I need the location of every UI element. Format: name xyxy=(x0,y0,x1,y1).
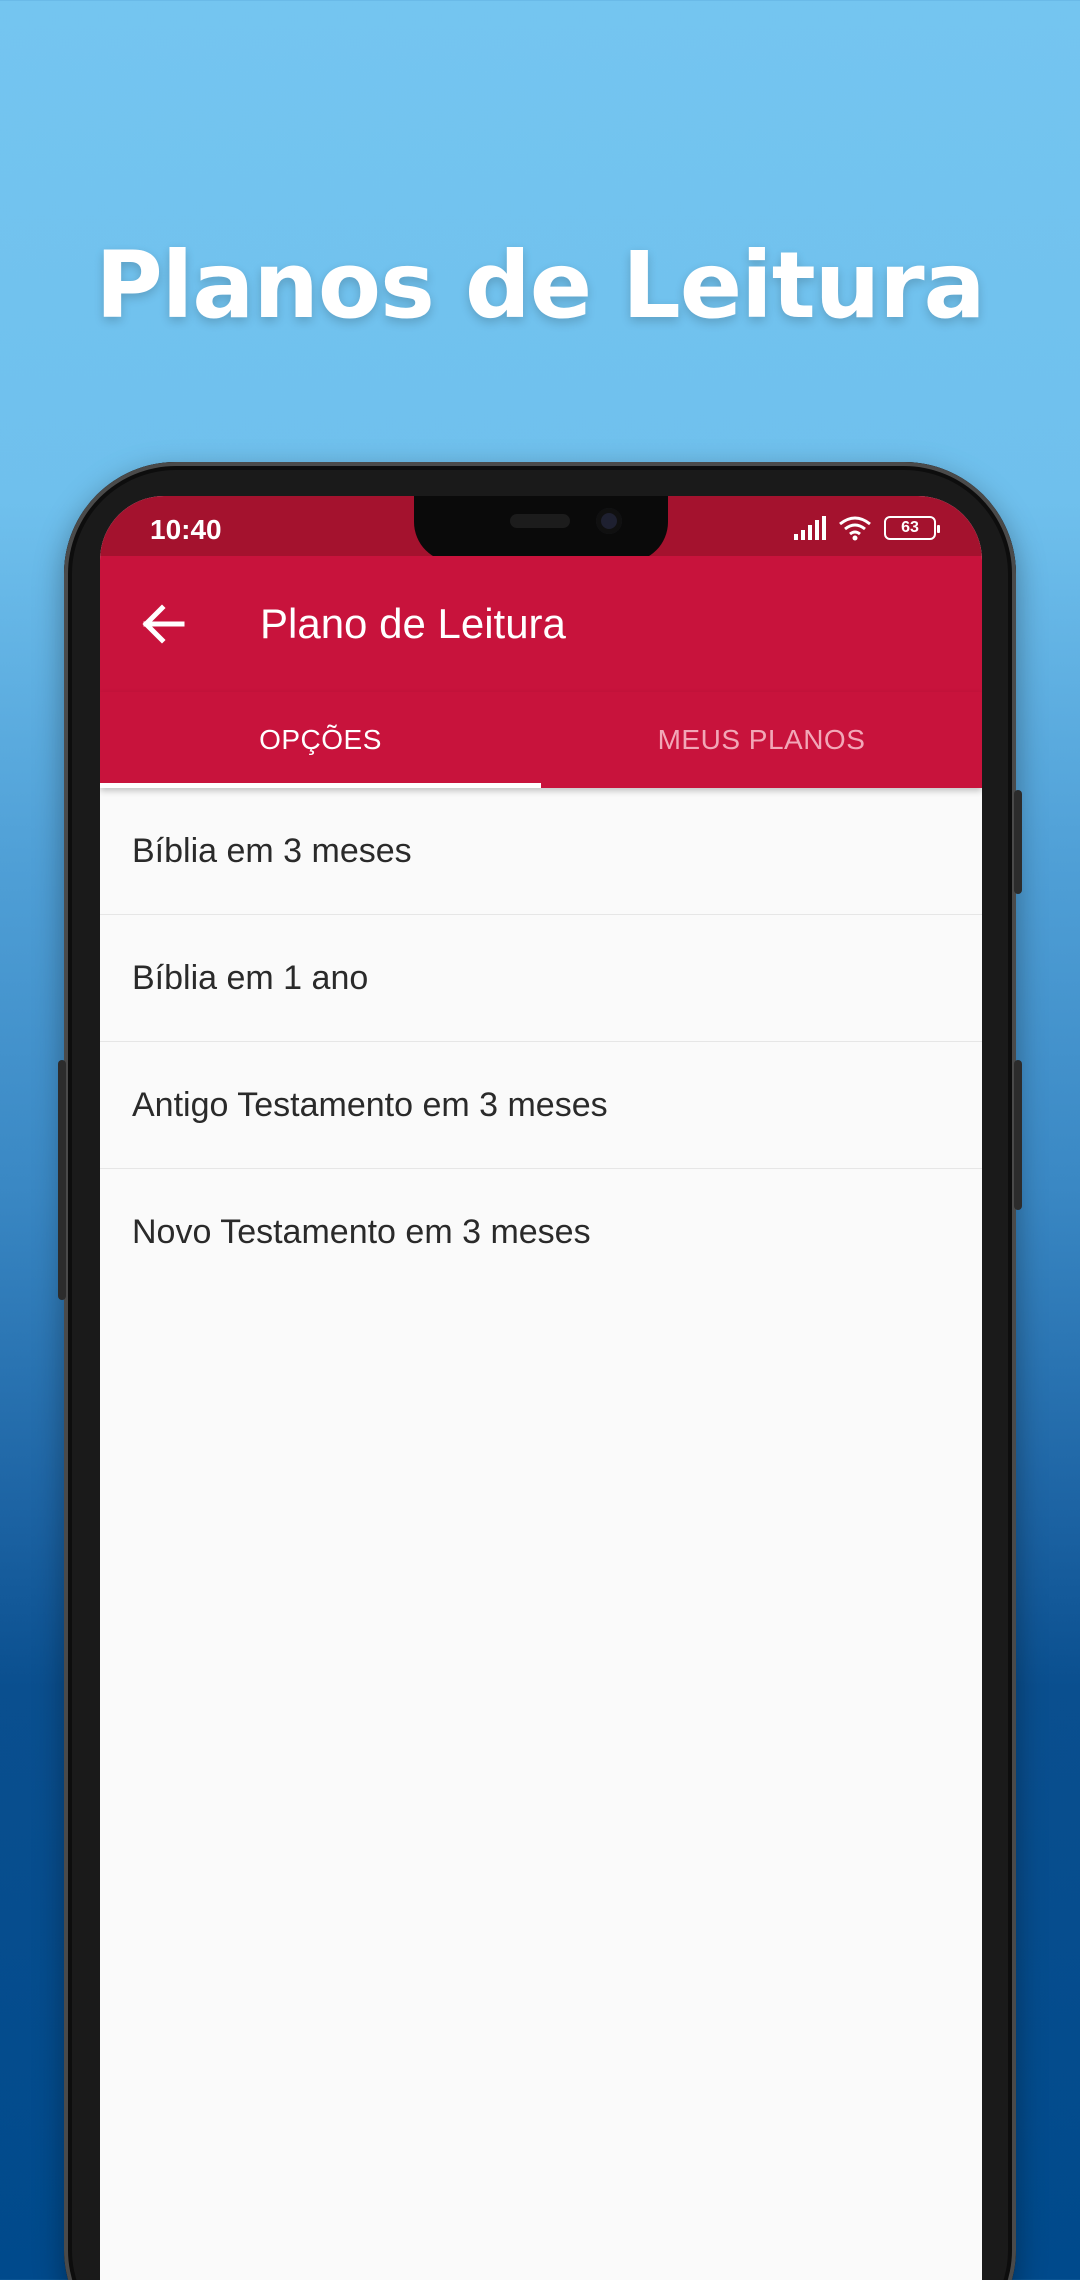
list-item-label: Bíblia em 3 meses xyxy=(132,831,412,870)
list-item[interactable]: Antigo Testamento em 3 meses xyxy=(100,1042,982,1169)
battery-level: 63 xyxy=(901,519,919,536)
app-bar: Plano de Leitura xyxy=(100,556,982,692)
phone-power-button xyxy=(1014,790,1022,894)
phone-left-button xyxy=(58,1060,66,1300)
list-item[interactable]: Bíblia em 3 meses xyxy=(100,788,982,915)
plan-list: Bíblia em 3 meses Bíblia em 1 ano Antigo… xyxy=(100,788,982,1296)
promo-headline: Planos de Leitura xyxy=(95,232,985,339)
tab-opcoes[interactable]: OPÇÕES xyxy=(100,692,541,788)
phone-screen: 10:40 63 Plano de Leitura OPÇÕES MEUS PL… xyxy=(100,496,982,2280)
tab-bar: OPÇÕES MEUS PLANOS xyxy=(100,692,982,788)
front-camera xyxy=(596,508,622,534)
list-item-label: Antigo Testamento em 3 meses xyxy=(132,1085,608,1124)
wifi-icon xyxy=(839,516,871,541)
status-icons: 63 xyxy=(794,514,940,542)
list-item-label: Novo Testamento em 3 meses xyxy=(132,1213,591,1251)
tab-meus-planos[interactable]: MEUS PLANOS xyxy=(541,692,982,788)
earpiece-speaker xyxy=(510,514,570,528)
arrow-left-icon[interactable] xyxy=(134,596,194,652)
list-item[interactable]: Bíblia em 1 ano xyxy=(100,915,982,1042)
signal-icon xyxy=(794,516,826,540)
list-item-label: Bíblia em 1 ano xyxy=(132,958,369,997)
tab-meus-planos-label: MEUS PLANOS xyxy=(657,724,866,755)
phone-volume-button xyxy=(1014,1060,1022,1210)
app-bar-title: Plano de Leitura xyxy=(260,600,566,647)
status-time: 10:40 xyxy=(150,514,222,545)
camera-notch xyxy=(414,496,668,562)
tab-opcoes-label: OPÇÕES xyxy=(259,724,382,755)
list-item[interactable]: Novo Testamento em 3 meses xyxy=(100,1169,982,1296)
battery-icon: 63 xyxy=(884,516,940,540)
